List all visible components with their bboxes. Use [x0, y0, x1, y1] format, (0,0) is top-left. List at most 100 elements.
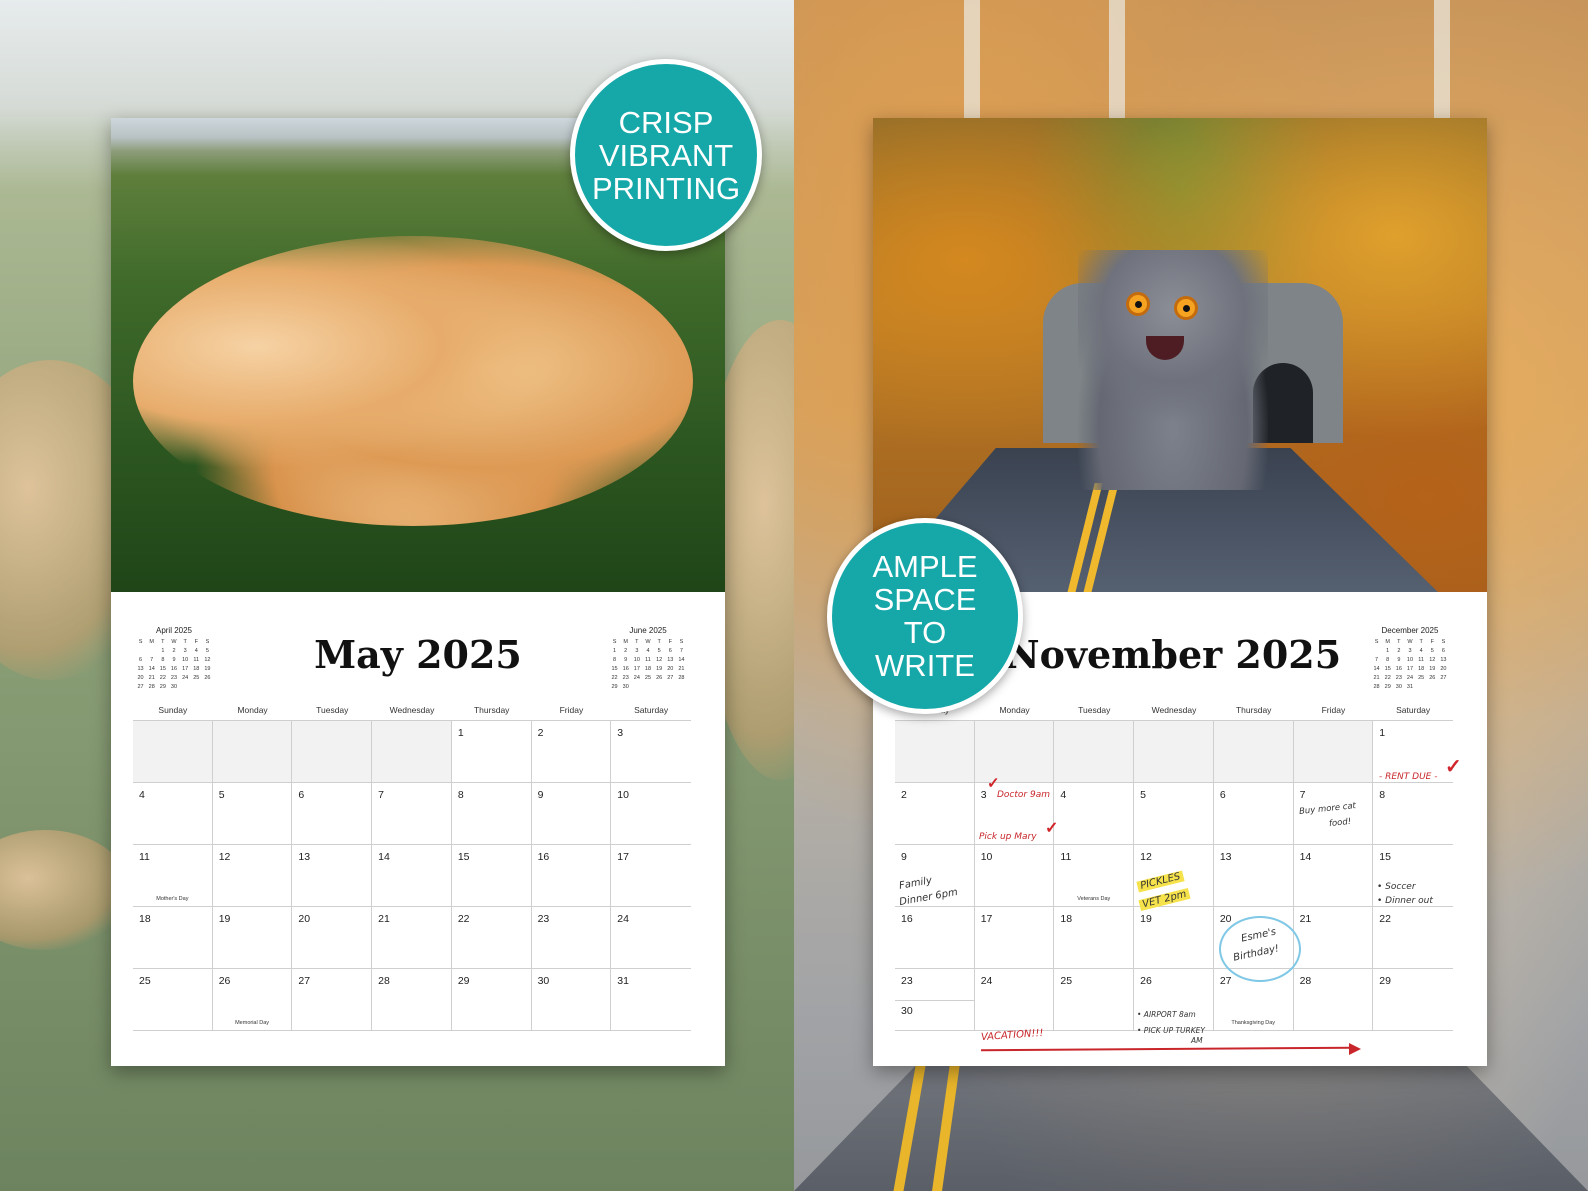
day-number: 15	[457, 851, 470, 863]
day-number: 20	[298, 913, 311, 925]
badge-text: AMPLE SPACE TO WRITE	[872, 550, 977, 682]
mini-day: 22	[611, 675, 618, 681]
weekday-label: Monday	[999, 705, 1030, 715]
day-cell: 22	[1373, 907, 1453, 969]
mini-calendar-title: December 2025	[1381, 626, 1439, 635]
mini-day: 19	[1429, 666, 1436, 672]
weekday-label: Thursday	[473, 705, 510, 715]
mini-day: 20	[667, 666, 674, 672]
mini-day: 6	[1441, 648, 1445, 654]
mini-day: 17	[633, 666, 640, 672]
mini-day: 23	[622, 675, 629, 681]
weekday-header: SundayMondayTuesdayWednesdayThursdayFrid…	[895, 705, 1453, 715]
mini-day: 8	[161, 657, 165, 663]
weekday-label: Friday	[559, 705, 584, 715]
mini-day: 7	[1375, 657, 1379, 663]
day-number: 4	[139, 789, 145, 801]
mini-day	[1371, 647, 1382, 655]
mini-day: 21	[678, 666, 685, 672]
day-number: 4	[1060, 789, 1067, 801]
mini-day: 4	[194, 648, 198, 654]
mini-day: 25	[1418, 675, 1425, 681]
mini-day: 19	[656, 666, 663, 672]
crisp-vibrant-printing-badge: CRISP VIBRANT PRINTING	[570, 59, 762, 251]
mini-day: 26	[1429, 675, 1436, 681]
mini-day: 26	[656, 675, 663, 681]
mini-weekday: W	[1407, 639, 1413, 645]
mini-day: 7	[679, 648, 683, 654]
empty-day-cell	[372, 721, 452, 783]
mini-day: 16	[622, 666, 629, 672]
mini-weekday: S	[1374, 639, 1379, 645]
mini-day: 7	[150, 657, 154, 663]
day-number: 24	[980, 975, 993, 987]
mini-day: 27	[1440, 675, 1447, 681]
empty-day-cell	[133, 721, 213, 783]
mini-calendar-next: June 2025 S M T W T F S 1 2 3 4 5 6 7 8 9 10 11 12 13 14 15 16…	[609, 626, 687, 691]
empty-day-cell	[1293, 721, 1374, 783]
mini-day: 5	[1430, 648, 1434, 654]
checkmark-icon: ✓	[1445, 756, 1462, 778]
mini-day: 16	[170, 666, 178, 672]
day-cell: 13	[1213, 845, 1294, 907]
mini-day: 15	[1384, 666, 1391, 672]
day-cell: 19	[212, 907, 293, 969]
mini-day: 14	[148, 666, 155, 672]
day-cell: 3	[611, 721, 691, 783]
day-number: 13	[298, 851, 311, 863]
day-number: 12	[218, 851, 231, 863]
day-cell: 1	[451, 721, 532, 783]
mini-day: 10	[633, 657, 640, 663]
mini-day: 25	[644, 675, 652, 681]
mini-day: 25	[193, 675, 200, 681]
day-number: 30	[901, 1005, 913, 1017]
mini-day: 24	[633, 675, 640, 681]
mini-calendar-days: S M T W T F S 1 2 3 4 5 6 7 8 9 10 11 12 13 14 15 16 17 18 19 20 21…	[135, 638, 213, 691]
mini-day: 1	[161, 648, 165, 654]
day-number: 3	[617, 727, 624, 739]
day-number: 14	[378, 851, 390, 863]
mini-calendar-days: S M T W T F S 1 2 3 4 5 6 7 8 9 10 11 12 13 14 15 16 17 18 19 20 21…	[609, 638, 687, 691]
day-number: 14	[1299, 851, 1312, 863]
weekday-header: SundayMondayTuesdayWednesdayThursdayFrid…	[133, 705, 691, 715]
day-number: 10	[617, 789, 629, 801]
day-cell: 21	[372, 907, 452, 969]
mini-day: 24	[1406, 675, 1414, 681]
day-number: 11	[1060, 851, 1072, 863]
day-number: 10	[980, 851, 993, 863]
mini-day: 30	[170, 684, 178, 690]
weekday-label: Sunday	[158, 705, 188, 715]
note-soccer: • Soccer	[1377, 882, 1416, 892]
day-cell: 23 30	[895, 969, 975, 1031]
day-cell: 27	[292, 969, 373, 1031]
mini-day: 2	[1397, 648, 1401, 654]
mini-day: 12	[656, 657, 663, 663]
day-cell: 22	[451, 907, 532, 969]
note-doctor: Doctor 9am	[997, 790, 1050, 800]
day-number: 30	[537, 975, 550, 987]
mini-day: 18	[1418, 666, 1425, 672]
mini-day: 22	[1384, 675, 1391, 681]
day-number: 19	[218, 913, 231, 925]
day-number: 8	[457, 789, 464, 801]
mini-day: 28	[148, 684, 155, 690]
cat-eye	[1126, 292, 1150, 316]
day-number: 25	[139, 975, 151, 987]
empty-day-cell	[1213, 721, 1294, 783]
mini-weekday: T	[183, 639, 187, 645]
weekday-label: Saturday	[1396, 705, 1431, 715]
mini-day: 28	[1373, 684, 1380, 690]
mini-weekday: W	[171, 639, 177, 645]
mini-day: 5	[657, 648, 661, 654]
day-cell: 24	[974, 969, 1055, 1031]
mini-day: 2	[624, 648, 628, 654]
holiday-label: Memorial Day	[235, 1020, 270, 1026]
day-cell: 4	[1054, 783, 1135, 845]
mini-day: 10	[182, 657, 189, 663]
day-cell: 29	[1373, 969, 1453, 1031]
badge-line: VIBRANT	[598, 137, 734, 173]
ample-space-to-write-badge: AMPLE SPACE TO WRITE	[827, 518, 1023, 714]
day-cell: 21	[1293, 907, 1374, 969]
badge-line: TO	[903, 615, 947, 650]
mini-day: 3	[183, 648, 187, 654]
